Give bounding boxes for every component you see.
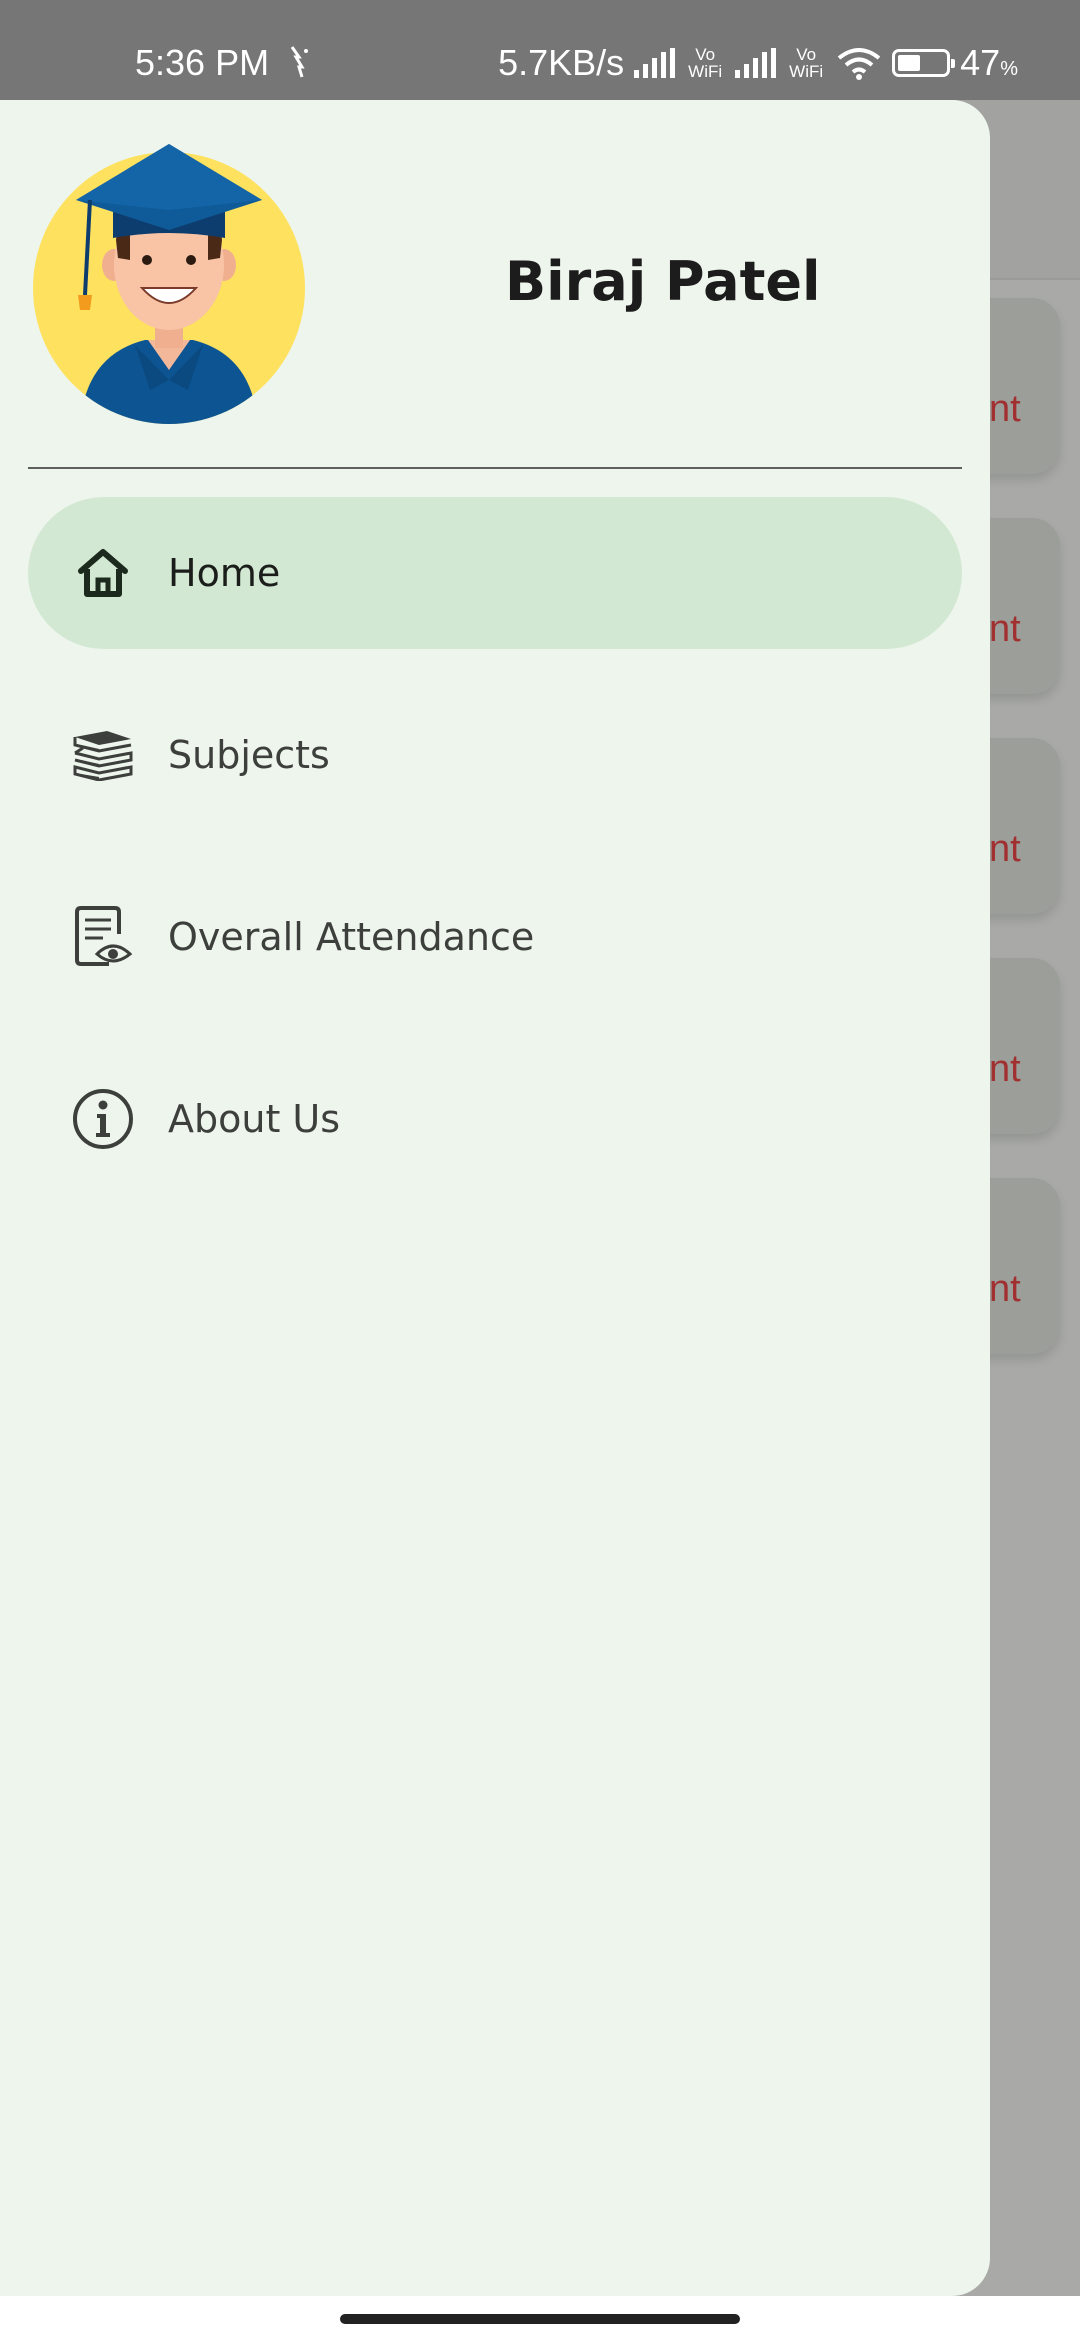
navigation-drawer: Biraj Patel Home Subjects Overall Attend… — [0, 100, 990, 2296]
home-icon — [70, 540, 136, 606]
background-card-text: nt — [989, 1268, 1021, 1310]
nav-item-about-us[interactable]: About Us — [28, 1043, 962, 1195]
status-time: 5:36 PM — [135, 42, 270, 83]
nav-item-about-us-label: About Us — [168, 1097, 341, 1141]
nav-item-overall-attendance[interactable]: Overall Attendance — [28, 861, 962, 1013]
signal-2-icon — [735, 48, 777, 78]
nav-item-subjects[interactable]: Subjects — [28, 679, 962, 831]
network-speed: 5.7KB/s — [498, 42, 625, 83]
signal-1-icon — [634, 48, 676, 78]
background-card-text: nt — [989, 828, 1021, 870]
vowifi-1-label: Vo WiFi — [688, 45, 723, 81]
background-card-text: nt — [989, 608, 1021, 650]
nav-item-overall-attendance-label: Overall Attendance — [168, 915, 535, 959]
attendance-report-icon — [70, 904, 136, 970]
status-bar: 5:36 PM 5.7KB/s Vo WiFi Vo WiFi 47% — [0, 0, 1080, 100]
home-gesture-handle[interactable] — [340, 2314, 740, 2324]
graduate-avatar-icon — [33, 144, 305, 424]
background-card-text: nt — [989, 388, 1021, 430]
user-name: Biraj Patel — [505, 250, 821, 313]
info-icon — [70, 1086, 136, 1152]
nav-item-subjects-label: Subjects — [168, 733, 330, 777]
battery-percent: 47% — [960, 42, 1018, 83]
gesture-navigation-bar — [0, 2296, 1080, 2340]
drawer-divider — [28, 467, 962, 469]
background-card-text: nt — [989, 1048, 1021, 1090]
notification-icon — [290, 46, 308, 78]
status-indicators: 5.7KB/s Vo WiFi Vo WiFi 47% — [488, 40, 1018, 86]
vowifi-2-label: Vo WiFi — [789, 45, 824, 81]
nav-item-home-label: Home — [168, 551, 281, 595]
nav-item-home[interactable]: Home — [28, 497, 962, 649]
books-icon — [70, 722, 136, 788]
battery-icon — [892, 49, 956, 77]
wifi-icon — [837, 48, 881, 80]
